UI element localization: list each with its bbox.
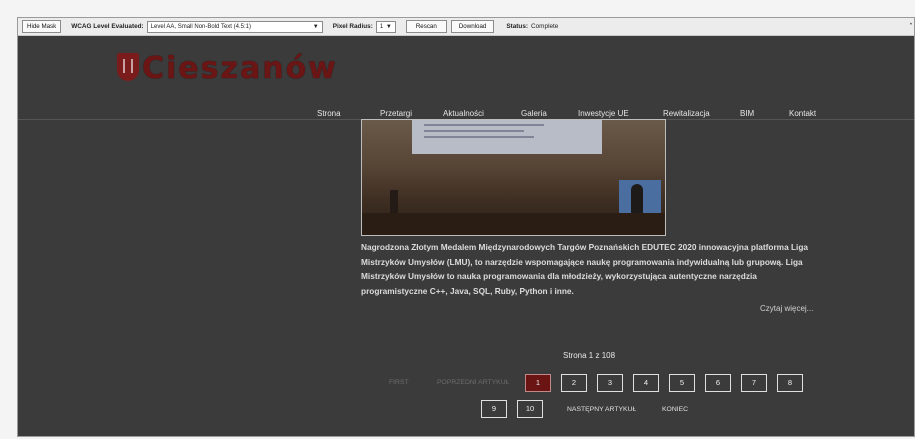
speaker-figure — [631, 184, 643, 214]
page-button-5[interactable]: 5 — [669, 374, 695, 392]
projection-screen — [412, 120, 602, 154]
nav-item-strona[interactable]: Strona — [317, 109, 341, 118]
pagination-prev[interactable]: POPRZEDNI ARTYKUŁ — [437, 379, 509, 386]
pagination-last[interactable]: KONIEC — [662, 406, 688, 413]
wcag-level-value: Level AA, Small Non-Bold Text (4.5:1) — [150, 23, 251, 30]
status-label: Status: — [506, 23, 529, 30]
pixel-radius-select[interactable]: 1 ▼ — [375, 20, 396, 33]
coat-of-arms-icon[interactable] — [117, 53, 139, 81]
toolbar-edge-marker: • — [909, 22, 912, 28]
chevron-down-icon: ▼ — [312, 23, 319, 30]
nav-item-bim[interactable]: BIM — [740, 109, 754, 118]
pixel-radius-value: 1 — [379, 23, 384, 30]
hide-mask-button[interactable]: Hide Mask — [22, 20, 62, 33]
pagination-next[interactable]: NASTĘPNY ARTYKUŁ — [567, 406, 636, 413]
pagination-first[interactable]: FIRST — [389, 379, 409, 386]
accessibility-toolbar: Hide Mask WCAG Level Evaluated: Level AA… — [18, 18, 914, 36]
rescan-button[interactable]: Rescan — [405, 20, 447, 33]
article-photo[interactable] — [361, 119, 666, 236]
page-button-8[interactable]: 8 — [777, 374, 803, 392]
download-button[interactable]: Download — [450, 20, 495, 33]
page-button-6[interactable]: 6 — [705, 374, 731, 392]
page-button-9[interactable]: 9 — [481, 400, 507, 418]
browser-viewport: Hide Mask WCAG Level Evaluated: Level AA… — [17, 17, 915, 437]
nav-item-rewitalizacja[interactable]: Rewitalizacja — [663, 109, 710, 118]
nav-item-galeria[interactable]: Galeria — [521, 109, 547, 118]
page-button-3[interactable]: 3 — [597, 374, 623, 392]
page-button-4[interactable]: 4 — [633, 374, 659, 392]
wcag-level-label: WCAG Level Evaluated: — [71, 23, 144, 30]
wcag-level-select[interactable]: Level AA, Small Non-Bold Text (4.5:1) ▼ — [146, 20, 323, 33]
article-excerpt: Nagrodzona Złotym Medalem Międzynarodowy… — [361, 242, 809, 296]
page-button-10[interactable]: 10 — [517, 400, 543, 418]
nav-item-przetargi[interactable]: Przetargi — [380, 109, 412, 118]
pixel-radius-label: Pixel Radius: — [332, 23, 373, 30]
status-value: Complete — [531, 23, 559, 30]
site-logo-text[interactable]: Cieszanów — [142, 51, 338, 86]
page-indicator: Strona 1 z 108 — [563, 351, 616, 360]
nav-item-inwestycje-ue[interactable]: Inwestycje UE — [578, 109, 629, 118]
site-header: Cieszanów Strona Przetargi Aktualności G… — [18, 36, 914, 120]
nav-item-kontakt[interactable]: Kontakt — [789, 109, 816, 118]
chevron-down-icon: ▼ — [385, 23, 392, 30]
nav-item-aktualnosci[interactable]: Aktualności — [443, 109, 484, 118]
page-button-7[interactable]: 7 — [741, 374, 767, 392]
page-button-2[interactable]: 2 — [561, 374, 587, 392]
read-more-link[interactable]: Czytaj więcej... — [760, 304, 813, 313]
page-button-1[interactable]: 1 — [525, 374, 551, 392]
floor — [362, 213, 665, 235]
